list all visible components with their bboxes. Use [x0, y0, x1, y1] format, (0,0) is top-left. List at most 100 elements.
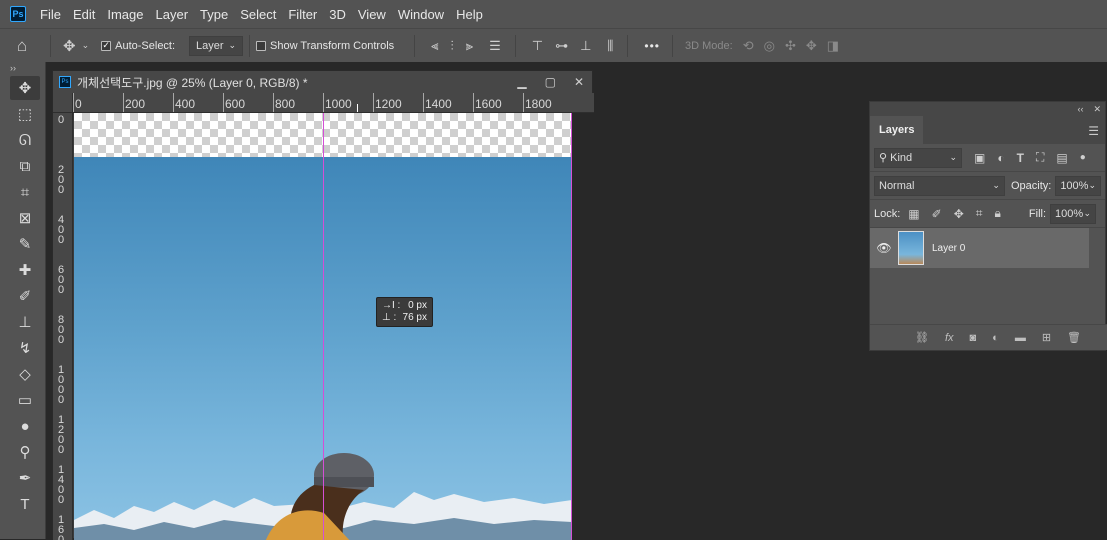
guide-line[interactable]	[571, 113, 572, 540]
layer-item[interactable]: 👁︎ Layer 0	[870, 228, 1089, 268]
layer-style-fx-icon[interactable]: fx	[945, 332, 954, 344]
main-menu: File Edit Image Layer Type Select Filter…	[34, 7, 489, 22]
ruler-label: 1400	[425, 97, 452, 111]
slide-3d-icon[interactable]: ✥	[806, 38, 817, 54]
menu-file[interactable]: File	[34, 7, 67, 22]
auto-select-toggle[interactable]: ✓ Auto-Select:	[101, 40, 175, 52]
ruler-cursor-marker	[357, 104, 358, 112]
pen-tool-icon[interactable]: ✒	[10, 466, 40, 490]
crop-tool-icon[interactable]: ⌗	[10, 180, 40, 204]
pan-3d-icon[interactable]: ✣	[785, 38, 796, 54]
move-tool-icon[interactable]: ✥	[63, 37, 76, 55]
brush-tool-icon[interactable]: ✐	[10, 284, 40, 308]
ruler-label: 600	[57, 264, 65, 296]
document-tab[interactable]: Ps 개체선택도구.jpg @ 25% (Layer 0, RGB/8) * ▁…	[53, 71, 592, 93]
tooltip-y-label: ⊥ :	[382, 312, 397, 323]
add-mask-icon[interactable]: ◙	[970, 332, 977, 344]
eraser-tool-icon[interactable]: ◇	[10, 362, 40, 386]
history-brush-tool-icon[interactable]: ↯	[10, 336, 40, 360]
adjustment-layer-filter-icon[interactable]: ◐	[997, 151, 1004, 165]
menu-3d[interactable]: 3D	[323, 7, 352, 22]
filter-kind-dropdown[interactable]: ⚲ Kind ⌄	[874, 147, 962, 168]
lock-all-icon[interactable]: 🔒︎	[995, 206, 1001, 221]
ruler-origin[interactable]	[53, 93, 73, 113]
tab-layers[interactable]: Layers	[870, 116, 924, 144]
panel-tabs: Layers ☰	[870, 116, 1105, 144]
align-right-icon[interactable]: ⫸	[466, 38, 473, 54]
smart-object-filter-icon[interactable]: ▤	[1056, 151, 1067, 165]
horizontal-ruler[interactable]: 0 200 400 600 800 1000 1200 1400 1600 18…	[73, 93, 594, 113]
frame-tool-icon[interactable]: ⊠	[10, 206, 40, 230]
divider	[414, 34, 416, 57]
orbit-3d-icon[interactable]: ⟲	[743, 38, 754, 54]
shape-layer-filter-icon[interactable]: ⛶	[1036, 150, 1044, 165]
menu-select[interactable]: Select	[234, 7, 282, 22]
distribute-vertical-icon[interactable]: ⫼	[607, 38, 613, 54]
menu-image[interactable]: Image	[101, 7, 149, 22]
ruler-label: 1000	[57, 364, 65, 406]
more-options-button[interactable]: •••	[644, 39, 660, 53]
chevron-down-icon[interactable]: ⌄	[82, 40, 90, 51]
collapse-panel-icon[interactable]: ››	[0, 62, 45, 74]
checkbox-unchecked-icon[interactable]	[256, 40, 267, 51]
ruler-label: 1600	[475, 97, 502, 111]
align-top-icon[interactable]: ⊤	[532, 38, 543, 54]
adjustment-layer-icon[interactable]: ◐	[992, 332, 999, 344]
move-tool-icon[interactable]: ✥	[10, 76, 40, 100]
menu-window[interactable]: Window	[392, 7, 450, 22]
fill-field[interactable]: 100% ⌄	[1050, 203, 1097, 224]
document-canvas[interactable]: →I : 0 px ⊥ : 76 px	[74, 113, 594, 540]
camera-3d-icon[interactable]: ◨	[827, 38, 839, 54]
clone-stamp-tool-icon[interactable]: ⊥	[10, 310, 40, 334]
divider	[627, 34, 629, 57]
blend-mode-dropdown[interactable]: Normal ⌄	[874, 175, 1005, 196]
lock-transparent-pixels-icon[interactable]: ▦	[908, 207, 919, 221]
eyedropper-tool-icon[interactable]: ✎	[10, 232, 40, 256]
menu-layer[interactable]: Layer	[150, 7, 195, 22]
blur-tool-icon[interactable]: ●	[10, 414, 40, 438]
close-icon[interactable]: ✕	[574, 75, 584, 89]
distribute-icon[interactable]: ☰	[489, 38, 501, 54]
marquee-tool-icon[interactable]: ⬚	[10, 102, 40, 126]
close-icon[interactable]: ✕	[1093, 104, 1101, 115]
type-tool-icon[interactable]: T	[10, 492, 40, 516]
object-selection-tool-icon[interactable]: ⧉	[10, 154, 40, 178]
vertical-ruler[interactable]: 0 200 400 600 800 1000 1200 1400 1600	[53, 113, 73, 540]
dodge-tool-icon[interactable]: ⚲	[10, 440, 40, 464]
home-icon[interactable]: ⌂	[0, 36, 44, 56]
align-bottom-icon[interactable]: ⊥	[580, 38, 591, 54]
lock-image-pixels-icon[interactable]: ✐	[932, 207, 942, 221]
lock-position-icon[interactable]: ✥	[954, 207, 964, 221]
checkbox-checked-icon[interactable]: ✓	[101, 40, 112, 51]
layers-panel: ‹‹ ✕ Layers ☰ ⚲ Kind ⌄ ▣ ◐ T ⛶ ▤ ● Norma…	[869, 101, 1107, 351]
maximize-icon[interactable]: ▢	[545, 75, 556, 89]
guide-line[interactable]	[323, 113, 324, 540]
link-layers-icon[interactable]: ⛓	[915, 331, 929, 344]
collapse-icon[interactable]: ‹‹	[1077, 104, 1083, 114]
menu-help[interactable]: Help	[450, 7, 489, 22]
align-vertical-center-icon[interactable]: ⊶	[555, 38, 568, 54]
menu-filter[interactable]: Filter	[282, 7, 323, 22]
menu-view[interactable]: View	[352, 7, 392, 22]
show-transform-toggle[interactable]: Show Transform Controls	[256, 40, 394, 52]
type-layer-filter-icon[interactable]: T	[1017, 151, 1024, 165]
panel-menu-icon[interactable]: ☰	[1088, 124, 1099, 138]
lasso-tool-icon[interactable]: ᘏ	[10, 128, 40, 152]
menu-type[interactable]: Type	[194, 7, 234, 22]
opacity-field[interactable]: 100% ⌄	[1055, 175, 1101, 196]
menu-edit[interactable]: Edit	[67, 7, 101, 22]
healing-brush-tool-icon[interactable]: ✚	[10, 258, 40, 282]
pixel-layer-filter-icon[interactable]: ▣	[974, 151, 985, 165]
auto-select-target-dropdown[interactable]: Layer ⌄	[189, 35, 244, 56]
minimize-icon[interactable]: ▁	[517, 75, 526, 89]
align-horizontal-center-icon[interactable]: ⫶	[451, 38, 454, 54]
roll-3d-icon[interactable]: ◎	[764, 38, 775, 54]
gradient-tool-icon[interactable]: ▭	[10, 388, 40, 412]
align-left-icon[interactable]: ⫷	[431, 38, 438, 54]
filter-toggle-icon[interactable]: ●	[1080, 152, 1086, 163]
new-group-icon[interactable]: ▬	[1015, 332, 1026, 344]
new-layer-icon[interactable]: ⊞	[1042, 331, 1051, 344]
delete-layer-icon[interactable]: 🗑︎	[1067, 331, 1081, 344]
lock-artboard-icon[interactable]: ⌗	[976, 206, 983, 221]
visibility-eye-icon[interactable]: 👁︎	[870, 241, 898, 255]
